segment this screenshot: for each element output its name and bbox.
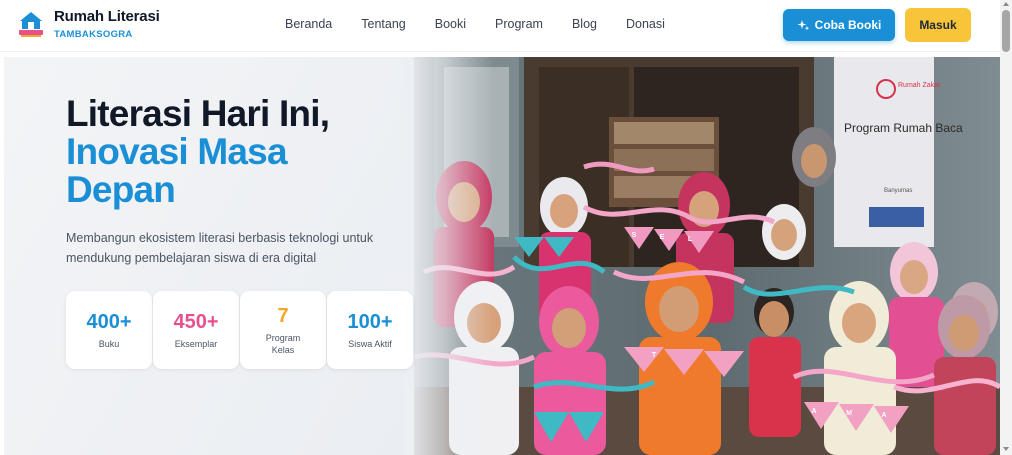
- banner-letter: S: [632, 232, 637, 239]
- banner-letter: A: [881, 412, 886, 419]
- hero-title-line3: Depan: [66, 169, 176, 210]
- nav-link-blog[interactable]: Blog: [572, 17, 597, 31]
- stats-row: 400+ Buku 450+ Eksemplar 7 Program Kelas…: [66, 291, 414, 369]
- hero-section: Rumah Zakat Program Rumah Baca Banyumas: [4, 57, 1000, 455]
- stat-value: 100+: [347, 310, 393, 333]
- sign-program-rumah-baca-text: Program Rumah Baca: [844, 121, 963, 135]
- hero-description: Membangun ekosistem literasi berbasis te…: [66, 231, 374, 265]
- brand[interactable]: Rumah Literasi TAMBAKSOGRA: [16, 8, 160, 40]
- nav-link-tentang[interactable]: Tentang: [361, 17, 405, 31]
- scroll-up-arrow-icon[interactable]: [1003, 2, 1009, 6]
- banner-letter: A: [811, 408, 816, 415]
- brand-name: Rumah Literasi: [54, 8, 160, 25]
- brand-subtitle: TAMBAKSOGRA: [54, 29, 133, 40]
- scroll-down-arrow-icon[interactable]: [1003, 447, 1009, 451]
- house-book-logo-icon: [19, 12, 43, 37]
- hero-title-line1: Literasi Hari Ini,: [66, 93, 330, 134]
- hero-title: Literasi Hari Ini, Inovasi Masa Depan: [66, 93, 330, 210]
- sparkle-icon: [797, 19, 809, 30]
- banner-letter: M: [846, 410, 852, 417]
- banner-letter: T: [652, 352, 657, 359]
- stat-value: 400+: [86, 310, 132, 333]
- nav-link-donasi[interactable]: Donasi: [626, 17, 665, 31]
- main-nav: Beranda Tentang Booki Program Blog Donas…: [285, 17, 694, 31]
- stat-label: Program Kelas: [265, 332, 301, 355]
- masuk-button[interactable]: Masuk: [905, 8, 971, 42]
- nav-link-booki[interactable]: Booki: [435, 17, 466, 31]
- banner-letter: E: [660, 234, 665, 241]
- sign-banyumas-text: Banyumas: [884, 188, 912, 194]
- hero-photo-children-reading: Rumah Zakat Program Rumah Baca Banyumas: [414, 57, 1000, 455]
- stat-value: 450+: [173, 310, 219, 333]
- hero-title-line2: Inovasi Masa: [66, 131, 288, 172]
- stat-label: Eksemplar: [174, 338, 218, 349]
- page-scrollbar[interactable]: [1000, 0, 1012, 455]
- nav-link-program[interactable]: Program: [495, 17, 543, 31]
- banner-letter: L: [688, 236, 693, 243]
- coba-booki-button[interactable]: Coba Booki: [783, 9, 895, 41]
- scroll-thumb[interactable]: [1002, 10, 1010, 52]
- stat-label: Siswa Aktif: [348, 338, 392, 349]
- stat-card-buku: 400+ Buku: [66, 291, 152, 369]
- nav-link-beranda[interactable]: Beranda: [285, 17, 332, 31]
- sign-rumah-zakat-text: Rumah Zakat: [898, 82, 940, 89]
- coba-booki-label: Coba Booki: [814, 18, 882, 32]
- stat-card-program-kelas: 7 Program Kelas: [240, 291, 326, 369]
- hero-photo-fade: [404, 57, 494, 455]
- stat-value: 7: [277, 304, 289, 327]
- stat-label: Buku: [98, 338, 120, 349]
- stat-card-eksemplar: 450+ Eksemplar: [153, 291, 239, 369]
- navbar: Rumah Literasi TAMBAKSOGRA Beranda Tenta…: [0, 0, 1000, 52]
- stat-card-siswa-aktif: 100+ Siswa Aktif: [327, 291, 413, 369]
